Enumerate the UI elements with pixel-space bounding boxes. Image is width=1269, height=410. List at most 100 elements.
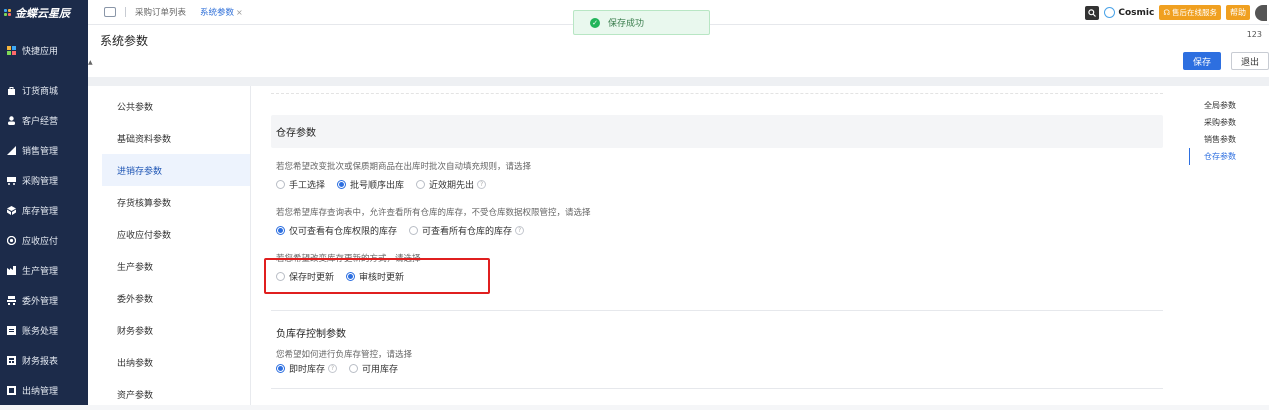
sidebar-item-label: 出纳管理 bbox=[22, 386, 59, 397]
radio-near-expiry-first[interactable]: 近效期先出? bbox=[416, 178, 487, 191]
sidebar-item-label: 生产管理 bbox=[22, 266, 59, 277]
batch-rule-radio-group: 手工选择 批号顺序出库 近效期先出? bbox=[276, 178, 498, 191]
sidebar-item-label: 应收应付 bbox=[22, 236, 59, 247]
radio-batch-order[interactable]: 批号顺序出库 bbox=[337, 178, 404, 191]
check-icon: ✓ bbox=[590, 17, 600, 28]
anchor-sales-params[interactable]: 销售参数 bbox=[1189, 131, 1269, 148]
sidebar-item-inventory[interactable]: 库存管理 bbox=[0, 195, 88, 225]
ledger-icon bbox=[6, 325, 17, 336]
help-icon[interactable]: ? bbox=[328, 364, 338, 373]
radio-label: 近效期先出 bbox=[429, 181, 475, 191]
sidebar-item-label: 库存管理 bbox=[22, 206, 59, 217]
sidebar-item-label: 快捷应用 bbox=[22, 46, 59, 57]
anchor-inventory-params[interactable]: 仓存参数 bbox=[1189, 148, 1269, 165]
coin-icon bbox=[6, 235, 17, 246]
cosmic-link[interactable]: Cosmic bbox=[1104, 7, 1154, 18]
radio-dot bbox=[276, 226, 285, 235]
category-outsourcing-params[interactable]: 委外参数 bbox=[102, 282, 250, 314]
sidebar-menu: 快捷应用 订货商城 客户经营 销售管理 采购管理 库存管理 应收应付 生产管理 bbox=[0, 35, 88, 405]
main-content: 公共参数 基础资料参数 进销存参数 存货核算参数 应收应付参数 生产参数 委外参… bbox=[88, 86, 1269, 405]
user-icon bbox=[6, 115, 17, 126]
sidebar-item-reports[interactable]: 财务报表 bbox=[0, 345, 88, 375]
category-asset-params[interactable]: 资产参数 bbox=[102, 378, 250, 410]
collapse-sidebar-icon[interactable]: ▲ bbox=[88, 59, 94, 69]
category-psi-params[interactable]: 进销存参数 bbox=[102, 154, 250, 186]
category-public-params[interactable]: 公共参数 bbox=[102, 90, 250, 122]
after-sales-service-button[interactable]: ☊ 售后在线服务 bbox=[1159, 5, 1221, 20]
sidebar-item-label: 委外管理 bbox=[22, 296, 59, 307]
truncated-row bbox=[271, 86, 1163, 94]
sidebar-item-cashier[interactable]: 出纳管理 bbox=[0, 375, 88, 405]
help-button[interactable]: 帮助 bbox=[1226, 5, 1250, 20]
save-button[interactable]: 保存 bbox=[1183, 52, 1221, 70]
logo[interactable]: 金蝶云星辰 bbox=[0, 0, 88, 25]
radio-label: 可用库存 bbox=[362, 365, 399, 375]
report-icon bbox=[6, 355, 17, 366]
section-divider bbox=[271, 310, 1163, 311]
warehouse-permission-radio-group: 仅可查看有仓库权限的库存 可查看所有仓库的库存? bbox=[276, 224, 536, 237]
radio-dot bbox=[337, 180, 347, 189]
section-title-inventory: 仓存参数 bbox=[271, 115, 1163, 148]
avatar[interactable] bbox=[1255, 4, 1267, 21]
sidebar-item-customers[interactable]: 客户经营 bbox=[0, 105, 88, 135]
radio-available-stock[interactable]: 可用库存 bbox=[349, 362, 398, 375]
radio-dot bbox=[349, 364, 359, 373]
anchor-purchase-params[interactable]: 采购参数 bbox=[1189, 114, 1269, 131]
header-separator bbox=[88, 77, 1269, 86]
category-nav: 公共参数 基础资料参数 进销存参数 存货核算参数 应收应付参数 生产参数 委外参… bbox=[102, 90, 250, 410]
sidebar-item-accounting[interactable]: 账务处理 bbox=[0, 315, 88, 345]
headset-icon: ☊ bbox=[1163, 8, 1170, 17]
cosmic-icon bbox=[1104, 7, 1116, 18]
radio-label: 仅可查看有仓库权限的库存 bbox=[289, 227, 398, 237]
sidebar-item-sales[interactable]: 销售管理 bbox=[0, 135, 88, 165]
logo-text: 金蝶云星辰 bbox=[15, 6, 70, 20]
tab-purchase-orders[interactable]: 采购订单列表 bbox=[135, 6, 186, 18]
category-inventory-costing-params[interactable]: 存货核算参数 bbox=[102, 186, 250, 218]
category-finance-params[interactable]: 财务参数 bbox=[102, 314, 250, 346]
radio-manual-select[interactable]: 手工选择 bbox=[276, 178, 325, 191]
home-icon[interactable] bbox=[104, 7, 116, 17]
category-production-params[interactable]: 生产参数 bbox=[102, 250, 250, 282]
sidebar-item-mall[interactable]: 订货商城 bbox=[0, 75, 88, 105]
chart-icon bbox=[6, 145, 17, 156]
negative-stock-question: 您希望如何进行负库存管控，请选择 bbox=[276, 350, 413, 360]
cube-icon bbox=[6, 205, 17, 216]
sidebar-item-quick-apps[interactable]: 快捷应用 bbox=[0, 35, 88, 65]
counter-badge: 123 bbox=[1243, 29, 1265, 40]
sidebar-item-outsourcing[interactable]: 委外管理 bbox=[0, 285, 88, 315]
radio-permitted-warehouses[interactable]: 仅可查看有仓库权限的库存 bbox=[276, 224, 397, 237]
radio-dot bbox=[276, 180, 285, 189]
tab-system-params[interactable]: 系统参数 × bbox=[200, 6, 243, 18]
category-ar-ap-params[interactable]: 应收应付参数 bbox=[102, 218, 250, 250]
success-toast: ✓ 保存成功 bbox=[573, 10, 710, 35]
radio-label: 手工选择 bbox=[289, 181, 326, 191]
sidebar-item-label: 账务处理 bbox=[22, 326, 59, 337]
radio-all-warehouses[interactable]: 可查看所有仓库的库存? bbox=[409, 224, 525, 237]
negative-stock-radio-group: 即时库存? 可用库存 bbox=[276, 362, 410, 375]
category-base-data-params[interactable]: 基础资料参数 bbox=[102, 122, 250, 154]
section-title-negative-stock: 负库存控制参数 bbox=[276, 329, 346, 340]
sidebar-item-receivables[interactable]: 应收应付 bbox=[0, 225, 88, 255]
sidebar-item-production[interactable]: 生产管理 bbox=[0, 255, 88, 285]
help-icon[interactable]: ? bbox=[515, 226, 525, 235]
tab-label: 系统参数 bbox=[200, 8, 235, 18]
logo-icon bbox=[4, 8, 12, 17]
main-sidebar: 金蝶云星辰 快捷应用 订货商城 客户经营 销售管理 采购管理 库存管理 应收应付… bbox=[0, 0, 88, 405]
anchor-global-params[interactable]: 全局参数 bbox=[1189, 97, 1269, 114]
category-cashier-params[interactable]: 出纳参数 bbox=[102, 346, 250, 378]
radio-dot bbox=[276, 364, 285, 373]
bag-icon bbox=[6, 85, 17, 96]
help-icon[interactable]: ? bbox=[477, 180, 487, 189]
sidebar-item-label: 订货商城 bbox=[22, 86, 59, 97]
close-icon[interactable]: × bbox=[236, 8, 243, 17]
divider bbox=[250, 86, 251, 405]
anchor-nav: 全局参数 采购参数 销售参数 仓存参数 bbox=[1187, 86, 1269, 405]
exit-button[interactable]: 退出 bbox=[1231, 52, 1269, 70]
search-icon[interactable] bbox=[1085, 5, 1100, 20]
sidebar-item-purchase[interactable]: 采购管理 bbox=[0, 165, 88, 195]
divider bbox=[125, 7, 126, 17]
radio-instant-stock[interactable]: 即时库存? bbox=[276, 362, 338, 375]
sidebar-item-label: 客户经营 bbox=[22, 116, 59, 127]
section-divider bbox=[271, 388, 1163, 389]
outsource-icon bbox=[6, 295, 17, 306]
